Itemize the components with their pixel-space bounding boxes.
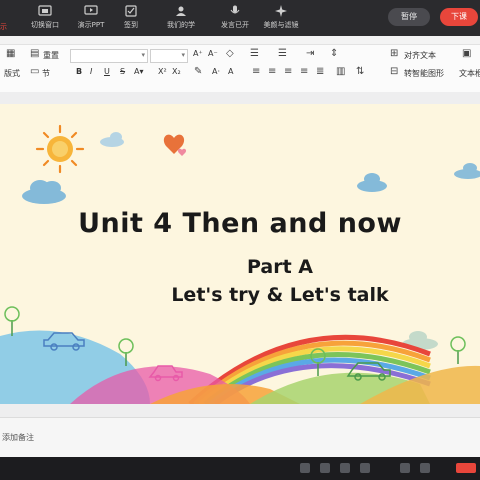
reading-view-icon[interactable] <box>340 463 350 473</box>
smartart-icon[interactable]: ⊟ <box>390 66 398 77</box>
columns-icon[interactable]: ▥ <box>336 66 345 77</box>
students-button[interactable]: 我们的学 <box>158 5 204 30</box>
layout-label[interactable]: 版式 <box>4 68 20 79</box>
ribbon-toolbar: ▦ ▤ 重置 版式 ▭ 节 ▾ ▾ A⁺ A⁻ ◇ B I U S A▾ X² … <box>0 36 480 93</box>
subscript-icon[interactable]: X₂ <box>172 67 181 76</box>
textbox-icon[interactable]: ▣ <box>462 48 471 59</box>
italic-icon[interactable]: I <box>90 67 92 76</box>
pause-button[interactable]: 暂停 <box>388 8 430 26</box>
tree-icon <box>450 336 466 364</box>
cloud-icon <box>100 132 124 147</box>
speak-toggle[interactable]: 发言已开 <box>212 5 258 30</box>
speak-label: 发言已开 <box>221 21 249 29</box>
switch-window-label: 切换窗口 <box>31 21 59 29</box>
superscript-icon[interactable]: X² <box>158 67 167 76</box>
zoom-in-icon[interactable] <box>420 463 430 473</box>
end-class-button[interactable]: 下课 <box>440 8 478 26</box>
text-effect-icon[interactable]: ✎ <box>194 66 202 77</box>
align-left-icon[interactable]: ≡ <box>252 66 260 77</box>
presenter-toolbar: 示 切换窗口 演示PPT 签到 我们的学 发言已开 美颜与滤镜 暂停 下课 <box>0 0 480 36</box>
beauty-filter-button[interactable]: 美颜与滤镜 <box>258 5 304 30</box>
record-indicator-icon[interactable] <box>456 463 476 473</box>
bold-icon[interactable]: B <box>76 67 82 76</box>
number-list-icon[interactable]: ☰ <box>278 48 287 59</box>
font-size-select[interactable]: ▾ <box>150 49 188 63</box>
slide-illustration <box>0 124 480 404</box>
ribbon-tab-strip <box>0 36 480 45</box>
checkin-button[interactable]: 签到 <box>108 5 154 30</box>
heart-icon <box>177 148 187 156</box>
present-ppt-label: 演示PPT <box>77 21 105 29</box>
section-icon[interactable]: ▭ <box>30 66 39 77</box>
justify-icon[interactable]: ≡ <box>300 66 308 77</box>
sorter-view-icon[interactable] <box>320 463 330 473</box>
strikethrough-icon[interactable]: S <box>120 67 125 76</box>
tree-icon <box>4 306 20 336</box>
font-name-select[interactable]: ▾ <box>70 49 148 63</box>
switch-window-button[interactable]: 切换窗口 <box>22 5 68 30</box>
left-edge-label: 示 <box>0 23 7 31</box>
grow-font-icon[interactable]: A⁺ <box>193 49 203 58</box>
present-icon <box>84 5 98 17</box>
sparkle-icon <box>274 5 288 17</box>
line-spacing-icon[interactable]: ⇕ <box>330 48 338 59</box>
textbox-label[interactable]: 文本框 <box>459 68 480 79</box>
slide-title: Unit 4 Then and now <box>78 208 402 239</box>
status-bar <box>0 457 480 480</box>
slide-subtitle: Let's try & Let's talk <box>171 284 389 306</box>
align-center-icon[interactable]: ≡ <box>268 66 276 77</box>
notes-pane[interactable]: 添加备注 <box>0 417 480 458</box>
convert-smartart-label[interactable]: 转智能图形 <box>404 68 444 79</box>
checkin-icon <box>124 5 138 17</box>
reset-label[interactable]: 重置 <box>43 50 59 61</box>
play-icon[interactable] <box>360 463 370 473</box>
highlight-icon[interactable]: A <box>228 67 233 76</box>
align-text-label[interactable]: 对齐文本 <box>404 50 436 61</box>
mic-icon <box>228 5 242 17</box>
shrink-font-icon[interactable]: A⁻ <box>208 49 218 58</box>
switch-window-icon <box>38 5 52 17</box>
slide-canvas: Unit 4 Then and now Part A Let's try & L… <box>0 92 480 417</box>
new-slide-icon[interactable]: ▦ <box>6 48 15 59</box>
section-label[interactable]: 节 <box>42 68 50 79</box>
students-label: 我们的学 <box>167 21 195 29</box>
distribute-icon[interactable]: ≣ <box>316 66 324 77</box>
char-spacing-icon[interactable]: A· <box>212 67 220 76</box>
beauty-filter-label: 美颜与滤镜 <box>263 21 299 29</box>
align-text-icon[interactable]: ⊞ <box>390 48 398 59</box>
cloud-icon <box>357 173 387 192</box>
reset-icon[interactable]: ▤ <box>30 48 39 59</box>
notes-placeholder[interactable]: 添加备注 <box>2 432 34 443</box>
zoom-out-icon[interactable] <box>400 463 410 473</box>
align-right-icon[interactable]: ≡ <box>284 66 292 77</box>
underline-icon[interactable]: U <box>104 67 110 76</box>
bullet-list-icon[interactable]: ☰ <box>250 48 259 59</box>
sun-icon <box>35 124 85 174</box>
cloud-icon <box>22 180 66 204</box>
slide-part: Part A <box>246 256 313 278</box>
slide-view-icon[interactable] <box>300 463 310 473</box>
indent-icon[interactable]: ⇥ <box>306 48 314 59</box>
people-icon <box>174 5 188 17</box>
checkin-label: 签到 <box>124 21 138 29</box>
text-direction-icon[interactable]: ⇅ <box>356 66 364 77</box>
clear-format-icon[interactable]: ◇ <box>226 48 234 59</box>
slide[interactable]: Unit 4 Then and now Part A Let's try & L… <box>0 104 480 404</box>
cloud-icon <box>454 163 480 179</box>
font-color-icon[interactable]: A▾ <box>134 67 144 76</box>
